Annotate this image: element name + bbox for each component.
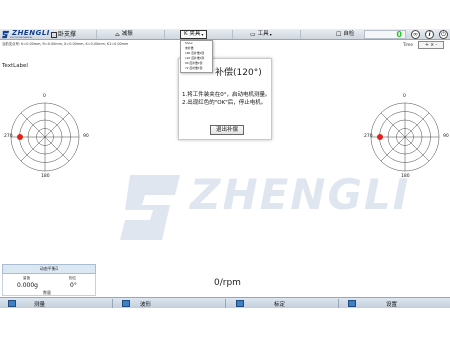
power-icon[interactable]: ⏻ [439, 30, 448, 39]
nav-calibrate-label: 标定 [274, 301, 286, 308]
phase-value: 0° [70, 282, 77, 289]
bottom-navigation: 测量 波形 标定 设置 [0, 297, 450, 308]
magnitude-label: 量值 [23, 276, 30, 280]
nav-waveform-label: 波形 [140, 301, 152, 308]
nav-separator [112, 299, 113, 308]
toolbar-separator [96, 30, 97, 39]
polar-grid-right [370, 102, 440, 172]
toolbox-icon: ▭ [250, 31, 256, 38]
brand-mark-icon [2, 30, 10, 39]
check-icon: ☐ [336, 31, 342, 38]
fixture-menu: Show 未补偿 180 度补偿1键 120 度补偿1键 90 度补偿1键 72… [180, 40, 213, 73]
polar-left-label-270: 270 [4, 134, 13, 139]
exit-compensation-button[interactable]: 退出补偿 [210, 125, 244, 135]
phase-label: 相位 [69, 276, 76, 280]
toolbar-separator [164, 30, 165, 39]
dialog-title: 补偿(120°) [215, 68, 262, 78]
tools-dropdown[interactable]: ▭ 工具 ▾ [250, 30, 272, 39]
nav-calibrate[interactable]: 标定 [236, 298, 285, 309]
time-label: Time [403, 42, 413, 47]
top-toolbar: ZHENGLI ELECTROMECHANICAL 卧支撑 ⌓ 减振 K 夹具 ▾ … [0, 29, 450, 40]
brand-subtitle: ELECTROMECHANICAL [10, 37, 33, 39]
watermark-logo: ZHENGLI [120, 150, 408, 260]
nav-waveform[interactable]: 波形 [122, 298, 151, 309]
product-label-text: 卧支撑 [58, 31, 77, 38]
polar-right-label-180: 180 [401, 174, 410, 179]
polar-grid-left [10, 102, 80, 172]
nav-settings-label: 设置 [386, 301, 398, 308]
calibrate-icon [236, 300, 244, 307]
toolbar-separator [232, 30, 233, 39]
self-check-label: 自检 [343, 31, 355, 37]
app-window: ZHENGLI ZHENGLI ELECTROMECHANICAL 卧支撑 ⌓ 减… [0, 0, 450, 338]
dialog-message: 1.将工件装夹在0°，启动电机测量。 2.出现红色的"OK"后，停止电机。 [182, 91, 272, 107]
polar-plot-left: 0 90 180 270 [0, 92, 90, 182]
dialog-message-line2: 2.出现红色的"OK"后，停止电机。 [182, 100, 267, 106]
zoom-control[interactable]: + x - [418, 41, 444, 49]
self-check-button[interactable]: ☐ 自检 [336, 30, 354, 39]
fixture-dropdown[interactable]: K 夹具 ▾ [180, 30, 208, 39]
nav-settings[interactable]: 设置 [348, 298, 397, 309]
polar-right-label-270: 270 [364, 134, 373, 139]
window-icon [51, 31, 57, 38]
brand-name: ZHENGLI [12, 29, 50, 37]
brand-logo: ZHENGLI ELECTROMECHANICAL [2, 29, 50, 40]
fixture-label: K 夹具 [184, 31, 201, 37]
speedometer-icon: ⌓ [115, 31, 120, 38]
settings-icon [348, 300, 356, 307]
counter-value: 0 [396, 30, 402, 39]
counter-display: 0 [364, 30, 406, 39]
panel-footer: 数量 [43, 290, 51, 295]
dialog-message-line1: 1.将工件装夹在0°，启动电机测量。 [182, 92, 271, 98]
toolbar-separator [300, 30, 301, 39]
nav-separator [225, 299, 226, 308]
info-icon[interactable]: i [425, 30, 434, 39]
magnitude-value: 0.000g [17, 282, 38, 289]
polar-right-label-90: 90 [443, 134, 449, 139]
reduce-label: 减振 [121, 31, 133, 37]
dropdown-arrow-icon: ▾ [269, 32, 272, 37]
brand-mark-icon [120, 175, 180, 240]
menu-item[interactable]: 72 度补偿1键 [181, 66, 212, 71]
link-icon[interactable]: ∞ [411, 30, 420, 39]
product-label[interactable]: 卧支撑 [51, 30, 76, 39]
nav-measure[interactable]: 测量 [8, 298, 45, 309]
panel-header: 动态平衡1 [2, 264, 96, 274]
polar-point-left [17, 134, 23, 140]
dropdown-arrow-icon: ▾ [201, 32, 204, 37]
balance-panel: 动态平衡1 量值 相位 0.000g 0° 数量 [2, 264, 96, 296]
polar-left-label-90: 90 [83, 134, 89, 139]
polar-left-label-0: 0 [43, 94, 46, 99]
nav-separator [338, 299, 339, 308]
nav-measure-label: 测量 [34, 301, 46, 308]
tools-label: 工具 [257, 31, 269, 37]
polar-left-label-180: 180 [41, 174, 50, 179]
measure-icon [8, 300, 16, 307]
waveform-icon [122, 300, 130, 307]
text-label: TextLabel [2, 63, 28, 69]
polar-plot-right: 0 90 180 270 [360, 92, 450, 182]
panel-body: 量值 相位 0.000g 0° 数量 [2, 274, 96, 296]
polar-right-label-0: 0 [403, 94, 406, 99]
polar-point-right [377, 134, 383, 140]
rpm-readout: 0/rpm [214, 278, 241, 288]
reduce-button[interactable]: ⌓ 减振 [115, 30, 133, 39]
